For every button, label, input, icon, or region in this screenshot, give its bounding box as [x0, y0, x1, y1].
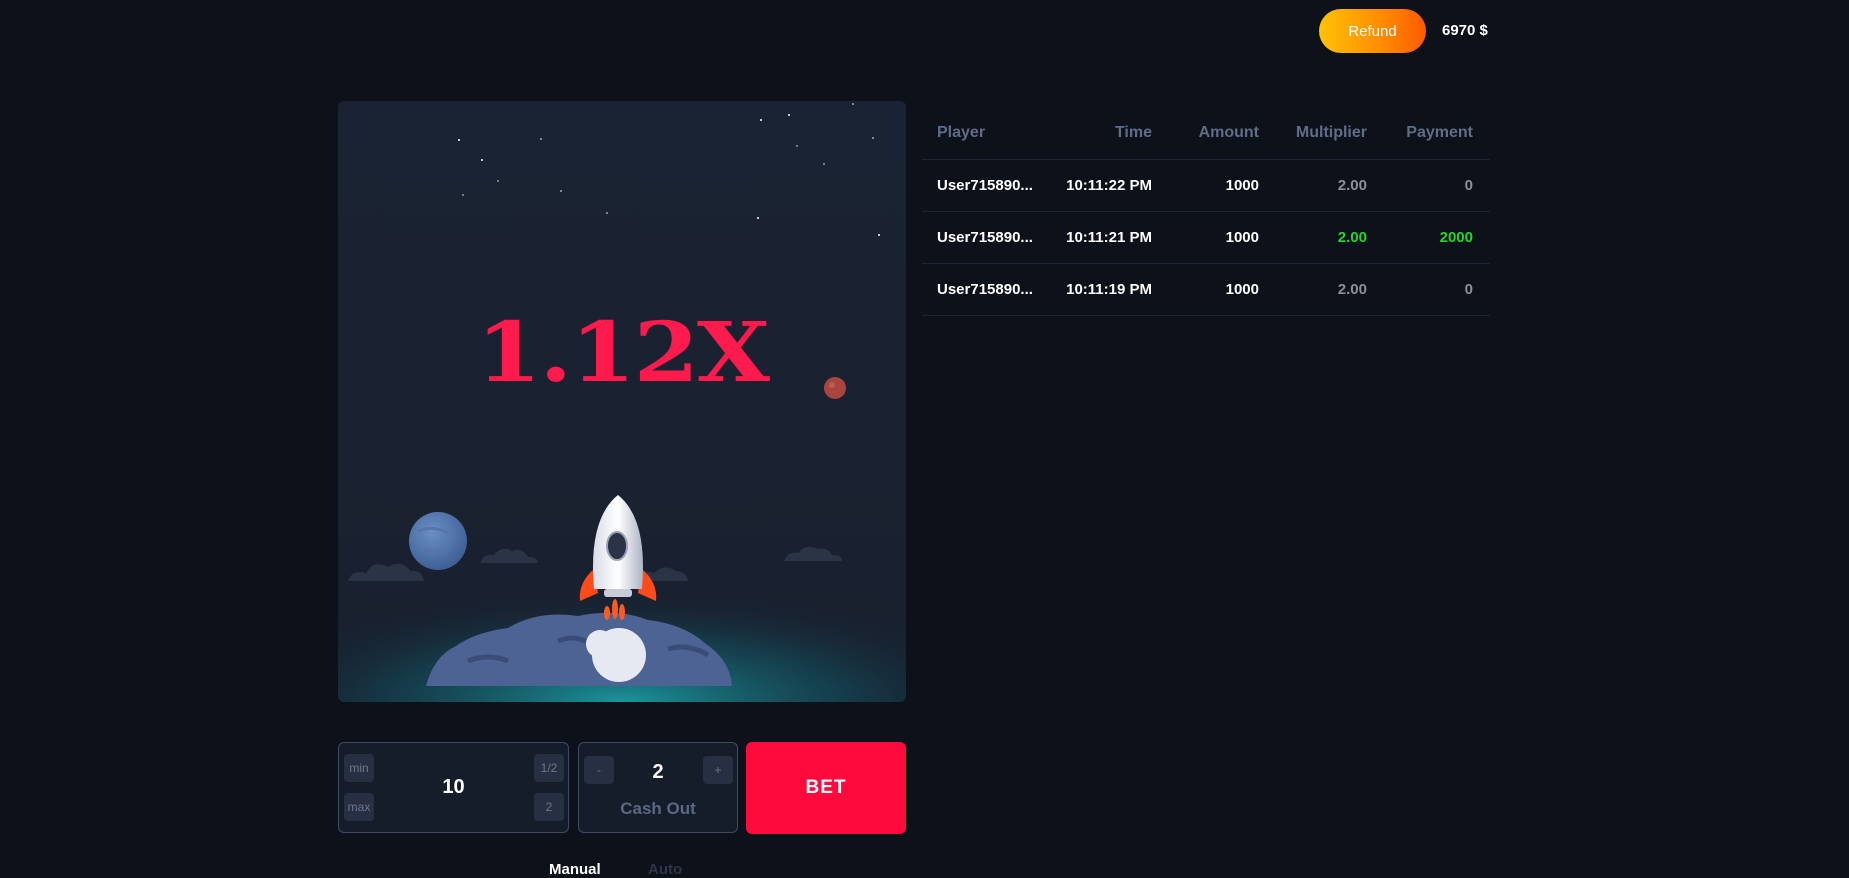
- table-header: Player Time Amount Multiplier Payment: [922, 112, 1490, 160]
- bet-button[interactable]: BET: [746, 742, 906, 834]
- column-header-time: Time: [1114, 124, 1152, 141]
- column-header-payment: Payment: [1406, 124, 1473, 141]
- bet-payment: 0: [1464, 177, 1473, 194]
- bet-half-button[interactable]: 1/2: [534, 754, 564, 782]
- bet-amount: 1000: [1225, 281, 1259, 298]
- player-name: User715890...: [937, 281, 1033, 298]
- stars: [458, 103, 880, 236]
- bet-amount: 1000: [1225, 229, 1259, 246]
- bet-multiplier: 2.00: [1337, 281, 1367, 298]
- bet-amount-control: min max 10 1/2 2: [338, 742, 569, 833]
- refund-button[interactable]: Refund: [1319, 9, 1426, 53]
- cashout-increase-button[interactable]: +: [703, 756, 733, 784]
- bet-amount: 1000: [1225, 177, 1259, 194]
- table-row: User715890... 10:11:19 PM 1000 2.00 0: [922, 264, 1490, 316]
- bet-multiplier: 2.00: [1337, 229, 1367, 246]
- column-header-multiplier: Multiplier: [1295, 124, 1367, 141]
- tab-manual[interactable]: Manual: [549, 861, 601, 878]
- column-header-player: Player: [937, 124, 986, 141]
- cashout-label: Cash Out: [620, 799, 696, 818]
- column-header-amount: Amount: [1198, 124, 1259, 141]
- cashout-control: - 2 + Cash Out: [578, 742, 738, 833]
- bet-time: 10:11:21 PM: [1066, 229, 1152, 246]
- bet-double-button[interactable]: 2: [534, 793, 564, 821]
- bet-payment: 0: [1464, 281, 1473, 298]
- bet-payment: 2000: [1439, 229, 1473, 246]
- multiplier-display: 1.12X: [476, 304, 770, 402]
- player-name: User715890...: [937, 229, 1033, 246]
- space-scene: [338, 103, 906, 702]
- game-canvas: 1.12X: [338, 101, 906, 702]
- bet-history-table: Player Time Amount Multiplier Payment Us…: [922, 112, 1490, 316]
- table-row: User715890... 10:11:21 PM 1000 2.00 2000: [922, 212, 1490, 264]
- bet-time: 10:11:19 PM: [1066, 281, 1152, 298]
- player-name: User715890...: [937, 177, 1033, 194]
- bet-multiplier: 2.00: [1337, 177, 1367, 194]
- tab-auto[interactable]: Auto: [648, 861, 682, 878]
- balance-display: 6970 $: [1442, 22, 1488, 39]
- bet-time: 10:11:22 PM: [1066, 177, 1152, 194]
- table-row: User715890... 10:11:22 PM 1000 2.00 0: [922, 160, 1490, 212]
